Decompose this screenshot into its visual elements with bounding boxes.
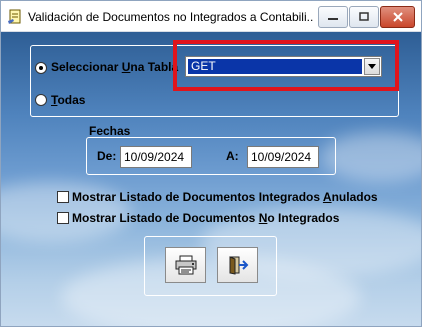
app-window: Validación de Documentos no Integrados a…	[0, 0, 422, 327]
select-table-label[interactable]: Seleccionar Una Tabla	[51, 60, 178, 74]
show-not-integrated-checkbox[interactable]	[57, 212, 69, 224]
maximize-button[interactable]	[349, 6, 379, 28]
form-document-icon	[7, 9, 23, 25]
show-annulled-label[interactable]: Mostrar Listado de Documentos Integrados…	[72, 190, 378, 204]
print-button[interactable]	[165, 247, 206, 283]
minimize-button[interactable]	[318, 6, 348, 28]
window-title: Validación de Documentos no Integrados a…	[28, 10, 313, 24]
all-tables-label[interactable]: Todas	[51, 93, 85, 107]
show-not-integrated-label[interactable]: Mostrar Listado de Documentos No Integra…	[72, 211, 339, 225]
maximize-icon	[359, 12, 369, 21]
background-cloud	[321, 132, 421, 182]
show-annulled-checkbox[interactable]	[57, 191, 69, 203]
to-date-label: A:	[226, 149, 239, 163]
title-bar[interactable]: Validación de Documentos no Integrados a…	[1, 1, 421, 32]
all-tables-radio[interactable]	[35, 94, 47, 106]
minimize-icon	[328, 18, 338, 20]
exit-button[interactable]	[217, 247, 258, 283]
from-date-input[interactable]: 10/09/2024	[120, 146, 192, 168]
close-icon	[392, 12, 403, 22]
from-date-label: De:	[97, 149, 117, 163]
annotation-highlight-box	[173, 40, 399, 91]
printer-icon	[175, 255, 196, 275]
exit-door-icon	[229, 256, 248, 275]
to-date-input[interactable]: 10/09/2024	[247, 146, 319, 168]
dates-group-label: Fechas	[89, 124, 131, 138]
select-table-radio[interactable]	[35, 62, 47, 74]
close-button[interactable]	[380, 6, 415, 28]
form-body: Seleccionar Una Tabla GET Todas Fechas D…	[1, 32, 421, 326]
